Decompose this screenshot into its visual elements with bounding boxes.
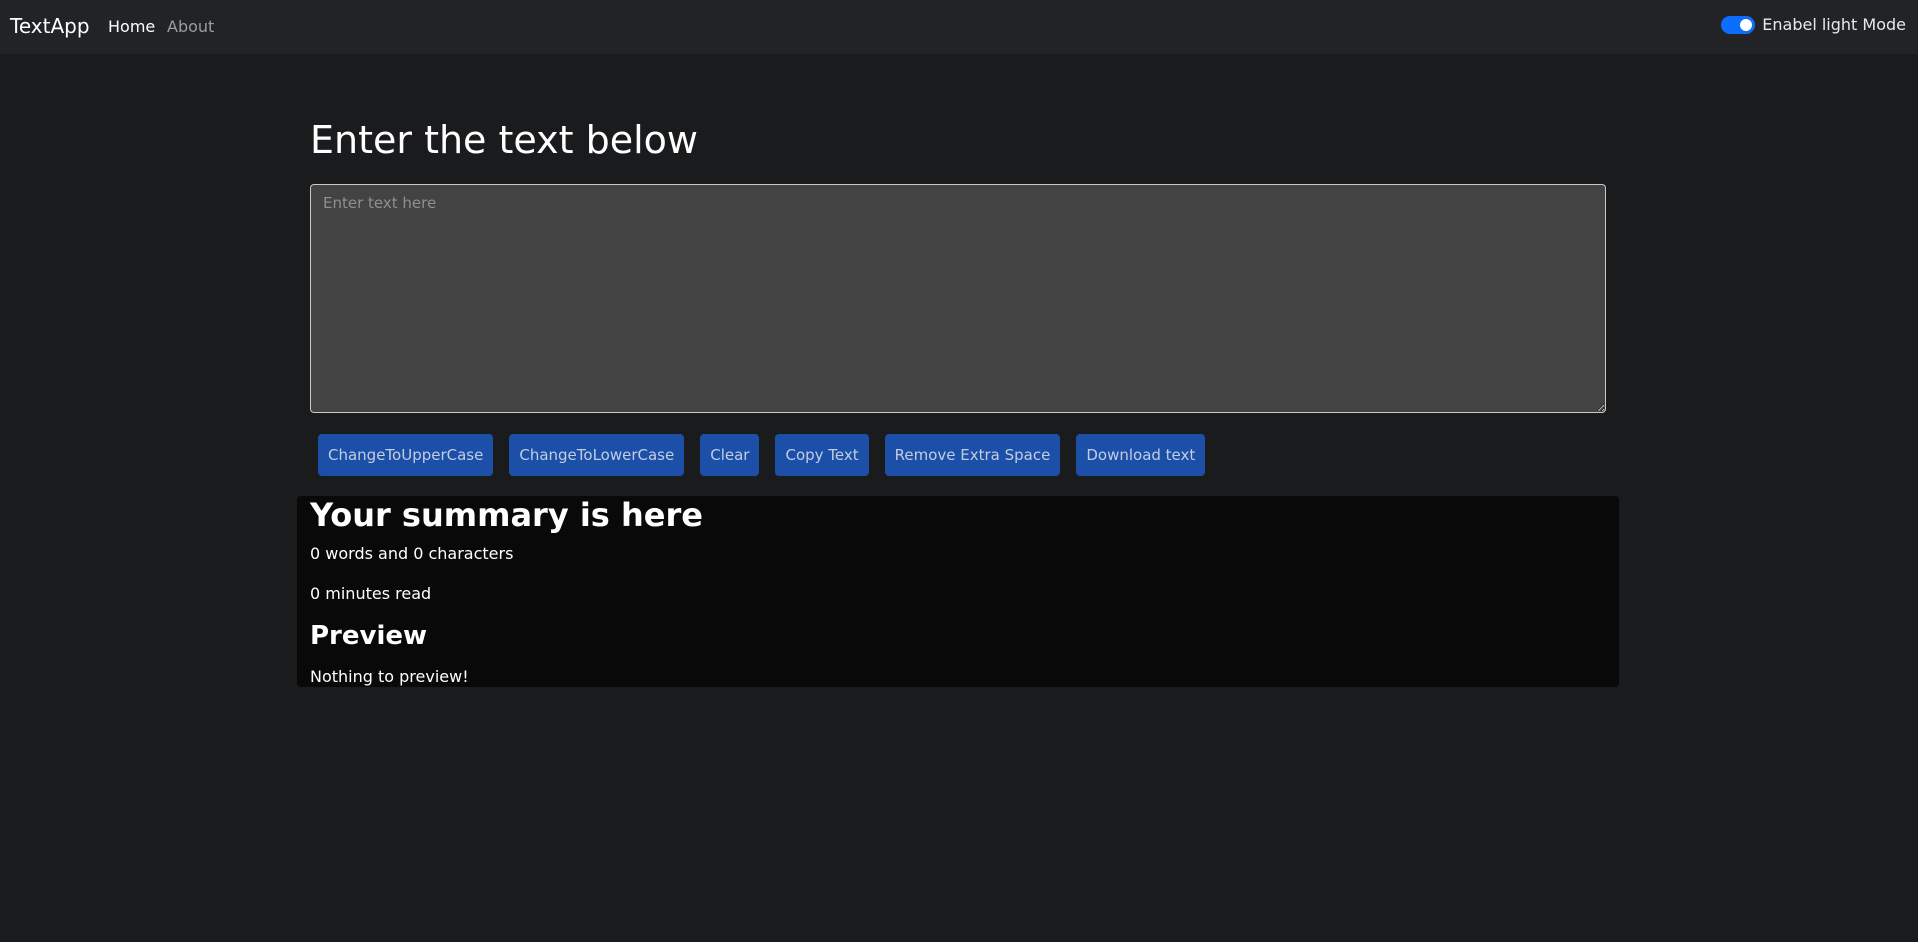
download-text-button[interactable]: Download text: [1076, 434, 1206, 476]
preview-title: Preview: [310, 621, 428, 651]
text-input-area[interactable]: [310, 184, 1606, 413]
page-heading: Enter the text below: [310, 118, 698, 162]
summary-panel: Your summary is here 0 words and 0 chara…: [297, 496, 1619, 687]
nav-link-home[interactable]: Home: [108, 17, 155, 36]
remove-extra-space-button[interactable]: Remove Extra Space: [884, 434, 1061, 476]
action-button-row: ChangeToUpperCase ChangeToLowerCase Clea…: [318, 434, 1206, 476]
reading-time: 0 minutes read: [310, 584, 432, 603]
copy-text-button[interactable]: Copy Text: [775, 434, 869, 476]
toggle-knob: [1740, 18, 1753, 31]
toggle-label[interactable]: Enabel light Mode: [1762, 15, 1906, 34]
preview-text: Nothing to preview!: [310, 667, 469, 686]
brand-logo[interactable]: TextApp: [10, 14, 90, 38]
uppercase-button[interactable]: ChangeToUpperCase: [318, 434, 494, 476]
clear-button[interactable]: Clear: [700, 434, 760, 476]
summary-title: Your summary is here: [310, 496, 703, 534]
lowercase-button[interactable]: ChangeToLowerCase: [509, 434, 685, 476]
word-character-count: 0 words and 0 characters: [310, 544, 514, 563]
top-navbar: TextApp Home About Enabel light Mode: [0, 0, 1918, 54]
toggle-switch[interactable]: [1721, 15, 1756, 34]
light-mode-toggle[interactable]: Enabel light Mode: [1721, 15, 1906, 34]
nav-link-about[interactable]: About: [167, 17, 214, 36]
